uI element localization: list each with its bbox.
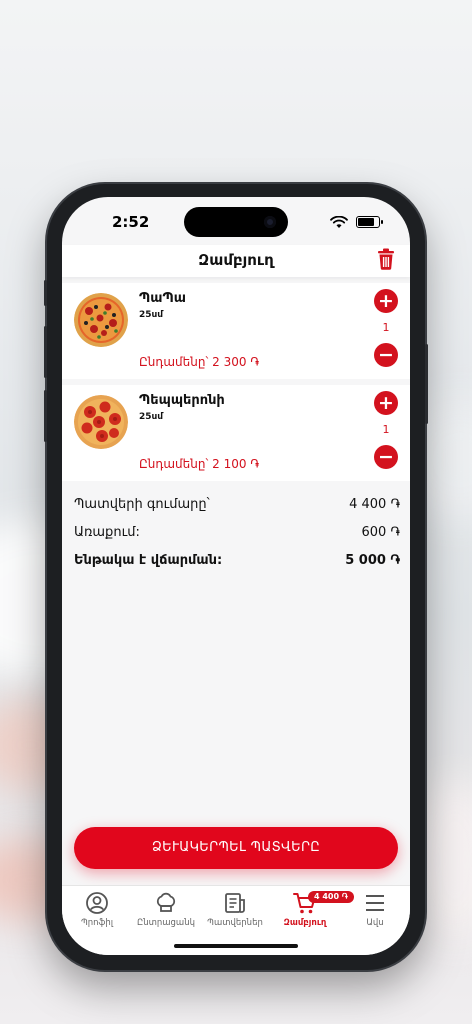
tab-menu-list[interactable]: Ընտրացանկ (131, 890, 201, 928)
total-label: Ենթակա է վճարման: (74, 553, 223, 568)
tab-orders[interactable]: Պատվերներ (200, 890, 270, 928)
item-size: 25սմ (139, 412, 164, 422)
subtotal-value: 4 400 ֏ (349, 497, 400, 512)
checkout-button[interactable]: ՁԵՒԱԿԵՐՊԵԼ ՊԱՏՎԵՐԸ (74, 827, 398, 869)
pizza-image (74, 293, 128, 347)
delivery-value: 600 ֏ (361, 525, 400, 540)
chef-hat-icon (156, 892, 176, 912)
total-value: 5 000 ֏ (345, 553, 400, 568)
page-header: Զամբյուղ (62, 245, 410, 277)
increase-quantity-button[interactable]: + (374, 289, 398, 313)
bottom-tab-bar: Պրոֆիլ Ընտրացանկ Պատվերներ Զամբյուղ Ավս … (62, 885, 410, 955)
item-name: ՊաՊա (139, 291, 186, 306)
home-indicator (174, 944, 298, 948)
camera-icon (264, 216, 276, 228)
wifi-icon (330, 216, 348, 228)
item-quantity: 1 (382, 423, 390, 436)
profile-icon (86, 892, 108, 914)
order-summary: Պատվերի գումարը՝ 4 400 ֏ Առաքում: 600 ֏ … (62, 485, 410, 583)
status-time: 2:52 (112, 213, 150, 231)
orders-icon (225, 893, 245, 913)
decrease-quantity-button[interactable]: − (374, 343, 398, 367)
tab-label: Ընտրացանկ (137, 918, 195, 928)
tab-label: Ավս (366, 918, 384, 928)
tab-label: Պրոֆիլ (80, 918, 114, 928)
trash-icon[interactable] (376, 248, 396, 270)
dynamic-island (184, 207, 288, 237)
subtotal-label: Պատվերի գումարը՝ (74, 497, 210, 512)
decrease-quantity-button[interactable]: − (374, 445, 398, 469)
increase-quantity-button[interactable]: + (374, 391, 398, 415)
tab-label: Պատվերներ (207, 918, 263, 928)
tab-profile[interactable]: Պրոֆիլ (62, 890, 132, 928)
item-total: Ընդամենը՝ 2 100 ֏ (139, 457, 260, 471)
item-size: 25սմ (139, 310, 164, 320)
menu-icon (366, 895, 384, 911)
item-name: Պեպպերոնի (139, 393, 225, 408)
pizza-image (74, 395, 128, 449)
cart-item: Պեպպերոնի 25սմ Ընդամենը՝ 2 100 ֏ + 1 − (62, 385, 410, 481)
tab-label: Զամբյուղ (283, 918, 327, 928)
page-title: Զամբյուղ (198, 251, 274, 269)
item-total: Ընդամենը՝ 2 300 ֏ (139, 355, 260, 369)
cart-item: ՊաՊա 25սմ Ընդամենը՝ 2 300 ֏ + 1 − (62, 283, 410, 379)
app-screen: 2:52 Զամբյուղ ՊաՊա 25սմ Ընդամենը՝ 2 300 … (62, 197, 410, 955)
delivery-label: Առաքում: (74, 525, 140, 540)
battery-icon (356, 216, 383, 228)
cart-total-badge: 4 400 ֏ (308, 891, 354, 903)
item-quantity: 1 (382, 321, 390, 334)
